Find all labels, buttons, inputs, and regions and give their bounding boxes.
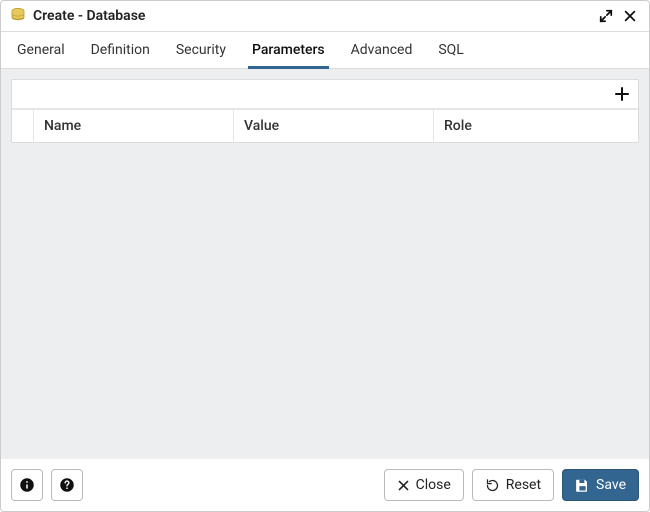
tab-label: Definition [91, 42, 150, 58]
tab-general[interactable]: General [13, 32, 69, 69]
panel-toolbar [12, 80, 638, 109]
tab-label: Parameters [252, 42, 325, 58]
tab-label: General [17, 42, 65, 58]
parameters-table-header: Name Value Role [12, 109, 638, 142]
tab-definition[interactable]: Definition [87, 32, 154, 69]
tab-label: Advanced [351, 42, 413, 58]
close-window-button[interactable] [621, 7, 639, 25]
tab-parameters[interactable]: Parameters [248, 32, 329, 69]
column-header-name: Name [34, 110, 234, 142]
parameters-panel: Name Value Role [11, 79, 639, 143]
column-header-role: Role [434, 110, 638, 142]
database-icon [9, 7, 27, 25]
tab-advanced[interactable]: Advanced [347, 32, 417, 69]
close-icon [397, 479, 410, 492]
help-button[interactable] [51, 469, 83, 501]
tab-security[interactable]: Security [172, 32, 230, 69]
info-button[interactable] [11, 469, 43, 501]
column-header-value: Value [234, 110, 434, 142]
close-button[interactable]: Close [384, 469, 464, 501]
body: Name Value Role [1, 69, 649, 459]
tab-label: Security [176, 42, 226, 58]
reset-button[interactable]: Reset [472, 469, 554, 501]
titlebar: Create - Database [1, 1, 649, 32]
tab-sql[interactable]: SQL [434, 32, 467, 69]
save-button[interactable]: Save [562, 469, 639, 501]
save-label: Save [596, 477, 626, 493]
reset-icon [485, 478, 500, 493]
tabs: General Definition Security Parameters A… [1, 32, 649, 69]
create-database-dialog: Create - Database General Definition Sec… [0, 0, 650, 512]
column-spacer [12, 110, 34, 142]
dialog-title: Create - Database [33, 8, 145, 24]
tab-label: SQL [438, 42, 463, 58]
footer: Close Reset Save [1, 459, 649, 511]
save-icon [575, 478, 590, 493]
add-row-button[interactable] [612, 84, 632, 104]
reset-label: Reset [506, 477, 541, 493]
maximize-button[interactable] [597, 7, 615, 25]
close-label: Close [416, 477, 451, 493]
